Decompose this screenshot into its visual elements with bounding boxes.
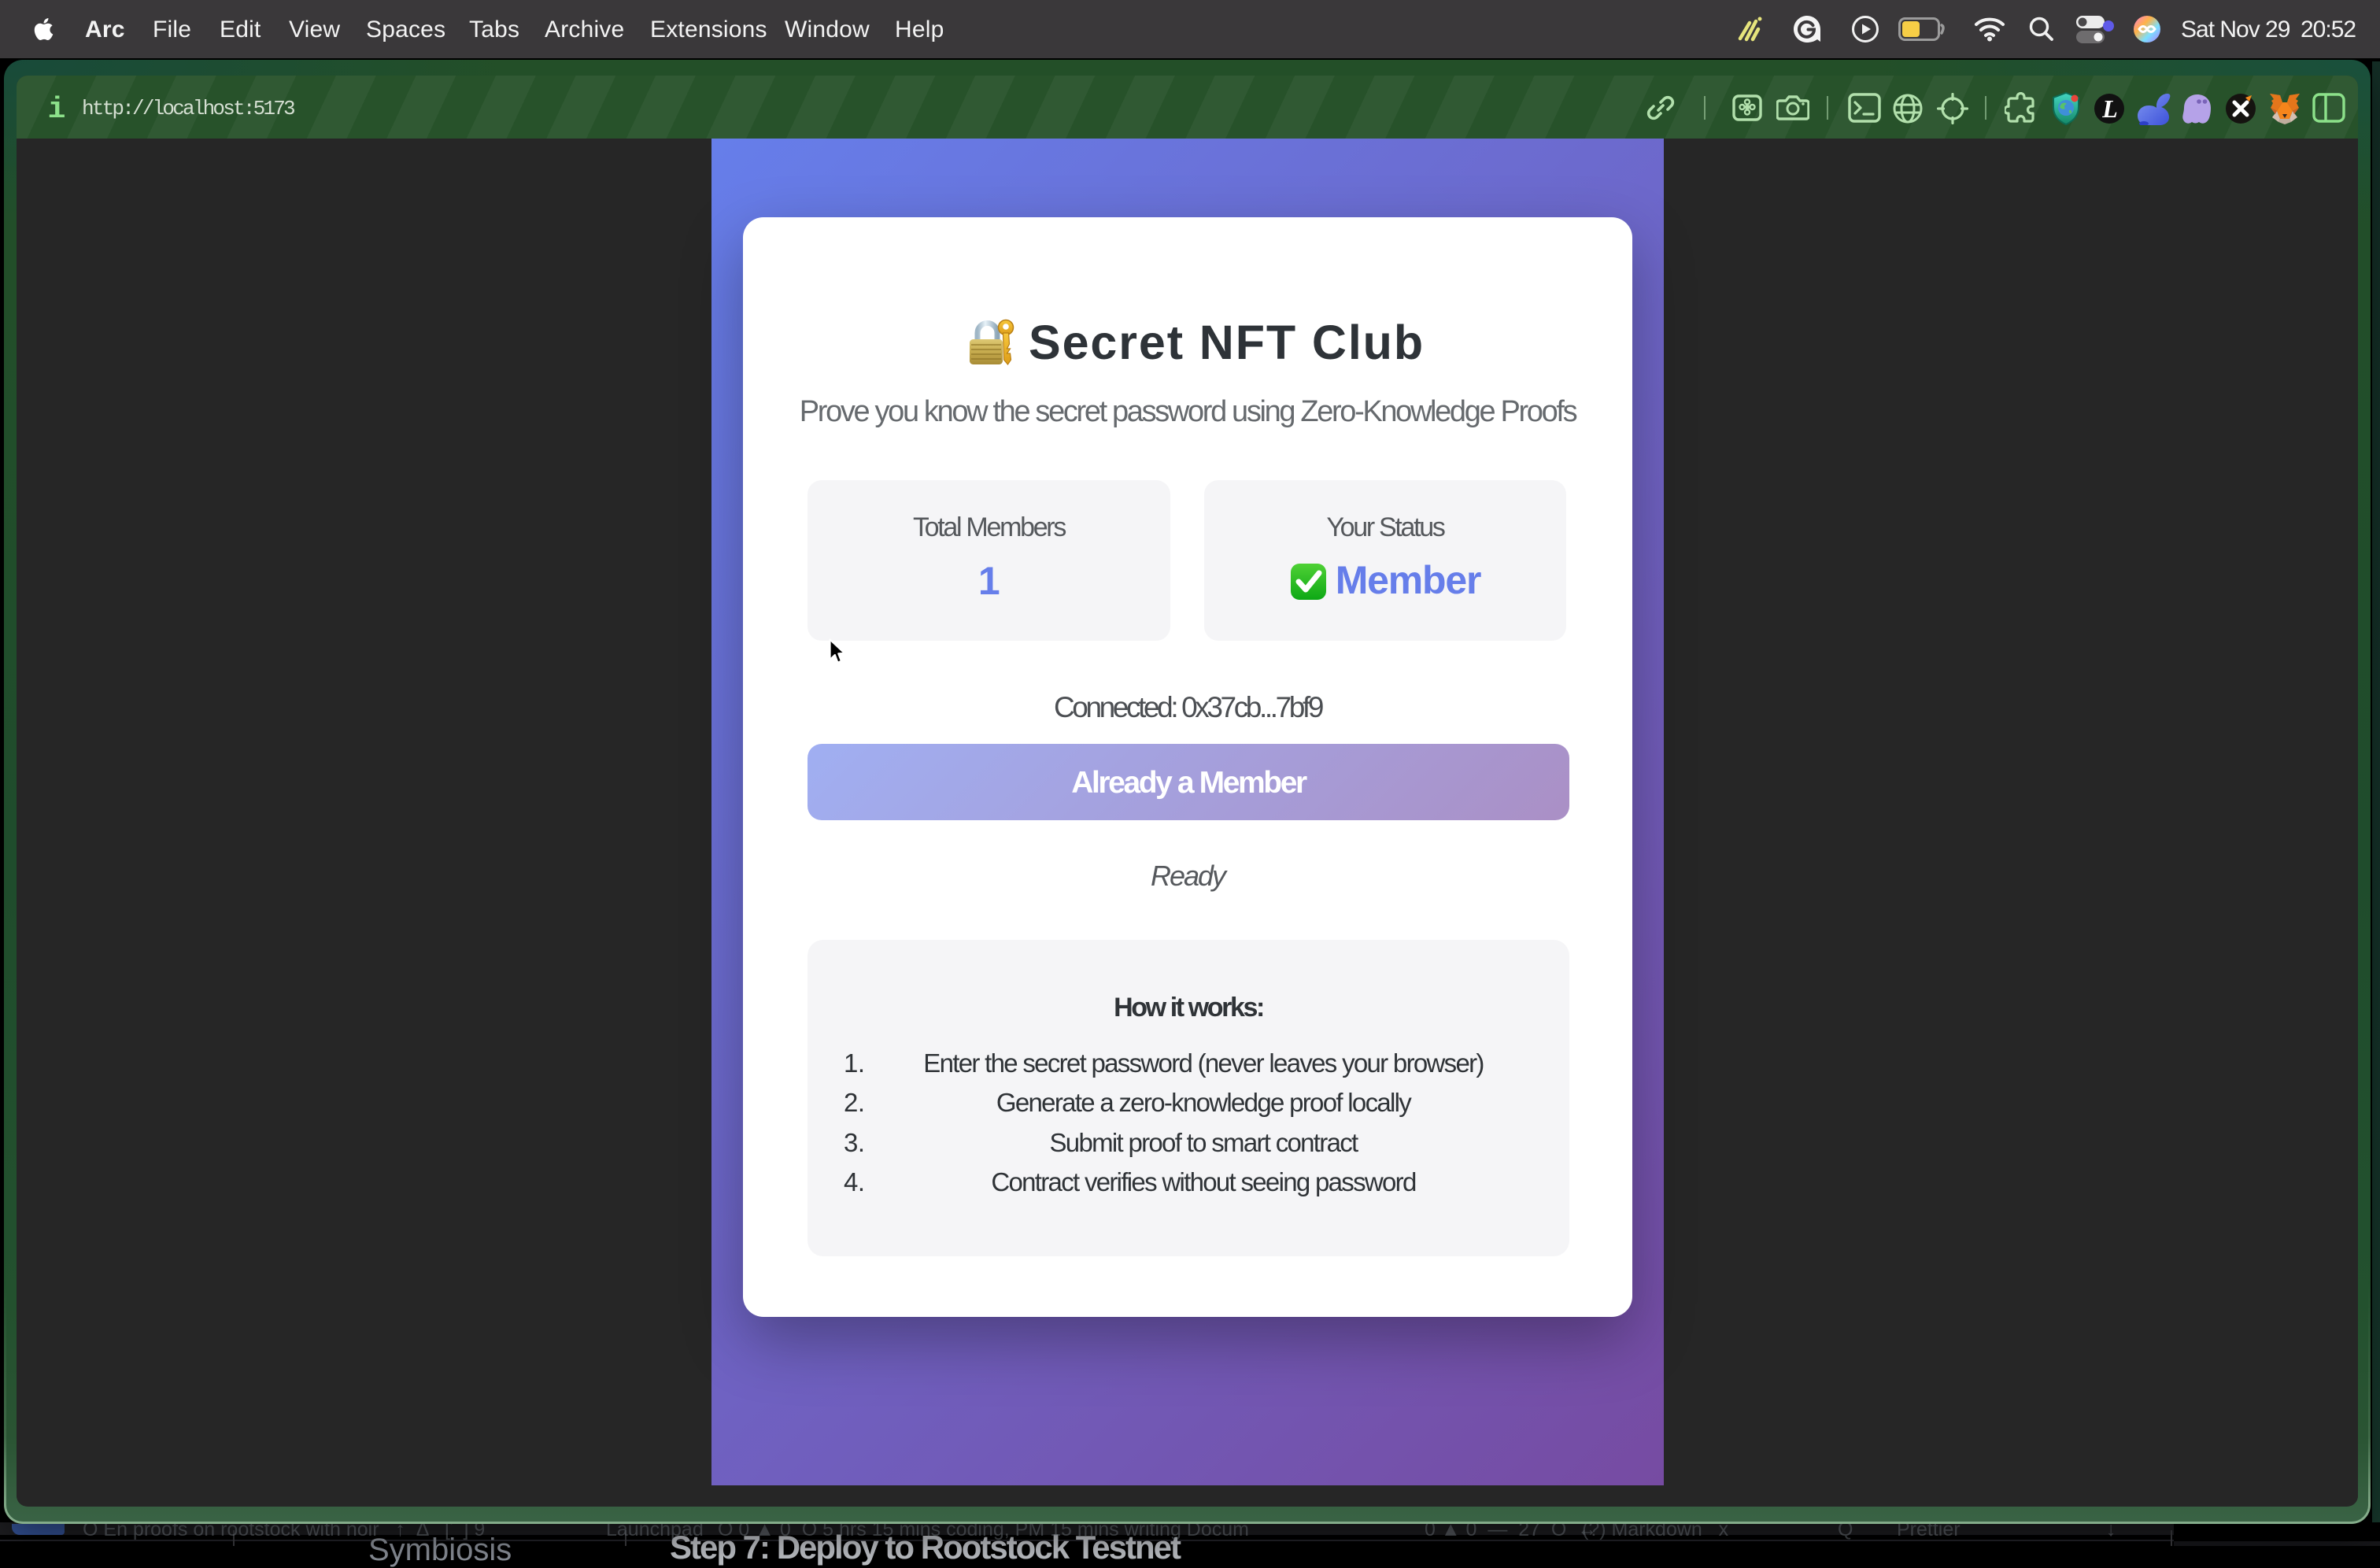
svg-text:L: L (2101, 94, 2118, 123)
